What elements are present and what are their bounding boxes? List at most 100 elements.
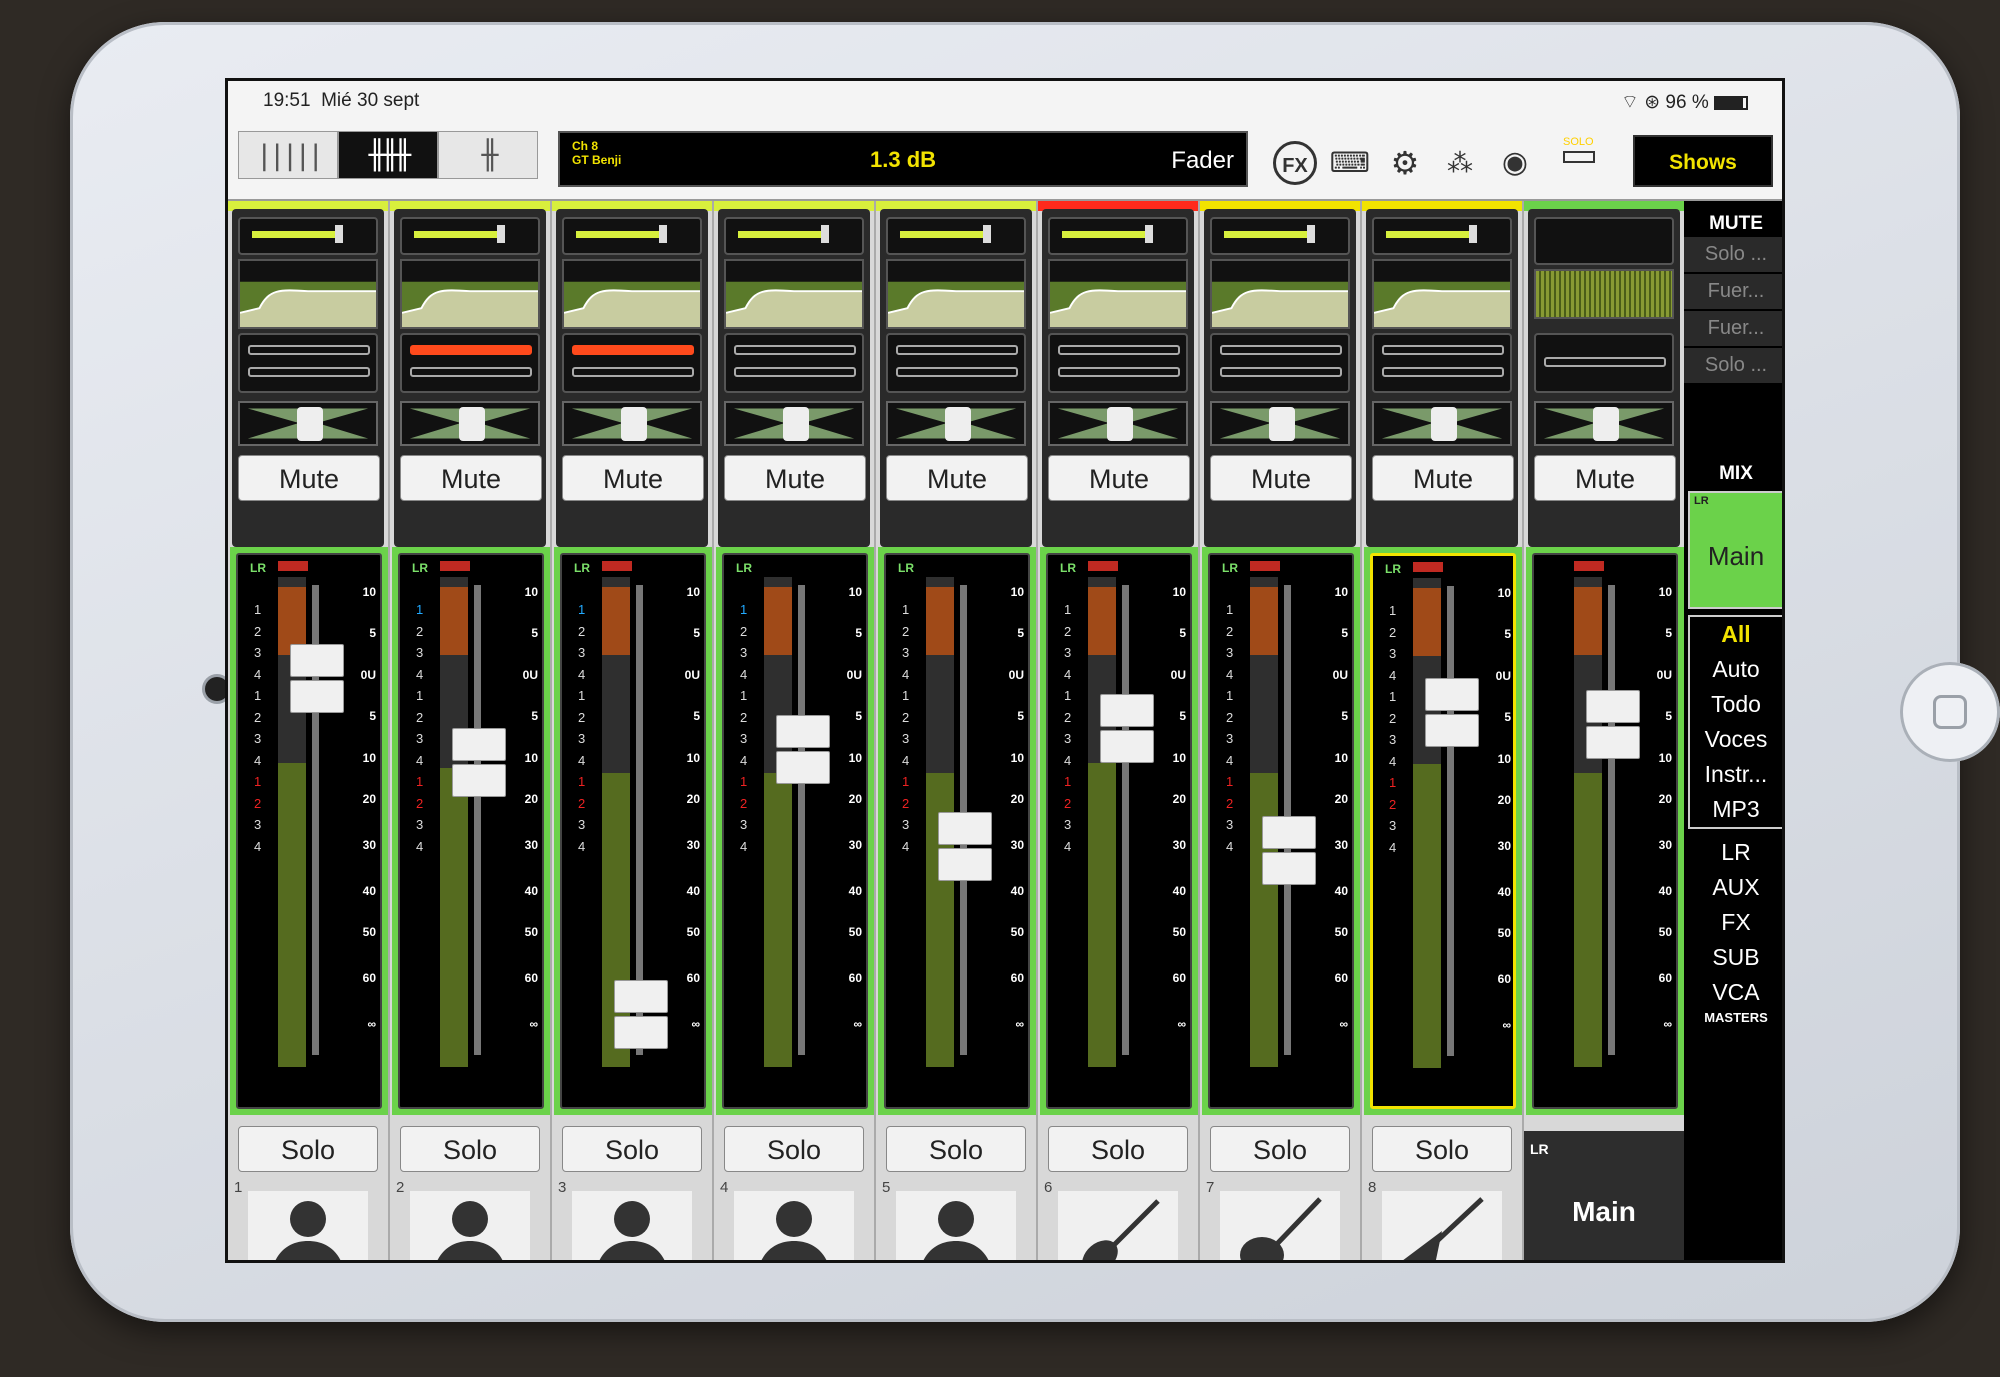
view-group-item[interactable]: Auto: [1690, 652, 1782, 687]
mute-group-item[interactable]: Fuer...: [1684, 274, 1782, 309]
main-balance[interactable]: [1534, 401, 1674, 446]
gain-control[interactable]: [886, 217, 1026, 255]
pan-knob[interactable]: [945, 407, 971, 441]
eq-curve[interactable]: [1048, 259, 1188, 329]
gear-icon[interactable]: ⚙: [1383, 141, 1427, 185]
eq-curve[interactable]: [1210, 259, 1350, 329]
master-item[interactable]: AUX: [1684, 870, 1782, 905]
solo-button[interactable]: Solo: [1048, 1126, 1188, 1172]
fader-knob[interactable]: [776, 715, 830, 785]
solo-button[interactable]: Solo: [724, 1126, 864, 1172]
solo-indicator[interactable]: SOLO: [1563, 136, 1595, 163]
mute-button[interactable]: Mute: [238, 455, 380, 501]
person-icon[interactable]: [410, 1191, 530, 1260]
fader-knob[interactable]: [290, 643, 344, 714]
master-item[interactable]: LR: [1684, 835, 1782, 870]
person-icon[interactable]: [248, 1191, 368, 1260]
mute-group-item[interactable]: Solo ...: [1684, 237, 1782, 272]
flyingv-icon[interactable]: [1382, 1191, 1502, 1260]
solo-button[interactable]: Solo: [1210, 1126, 1350, 1172]
main-dynamics[interactable]: [1534, 333, 1674, 393]
pan-knob[interactable]: [459, 407, 485, 441]
pan-control[interactable]: [400, 401, 540, 446]
eq-curve[interactable]: [238, 259, 378, 329]
routing-icon[interactable]: ⁂: [1438, 141, 1482, 185]
main-label-area[interactable]: LR Main: [1524, 1131, 1684, 1260]
fader-knob[interactable]: [1262, 816, 1316, 886]
view-group-item[interactable]: Todo: [1690, 687, 1782, 722]
mute-group-item[interactable]: Solo ...: [1684, 348, 1782, 383]
main-balance-knob[interactable]: [1593, 407, 1619, 441]
main-mute-button[interactable]: Mute: [1534, 455, 1676, 501]
solo-button[interactable]: Solo: [238, 1126, 378, 1172]
home-button[interactable]: [1900, 662, 2000, 762]
solo-button[interactable]: Solo: [886, 1126, 1026, 1172]
gain-control[interactable]: [1372, 217, 1512, 255]
pan-knob[interactable]: [1431, 407, 1457, 441]
dynamics[interactable]: [238, 333, 378, 393]
pan-control[interactable]: [562, 401, 702, 446]
eq-curve[interactable]: [562, 259, 702, 329]
pan-knob[interactable]: [1269, 407, 1295, 441]
main-geq[interactable]: [1534, 269, 1674, 319]
mute-button[interactable]: Mute: [1210, 455, 1352, 501]
gain-control[interactable]: [1210, 217, 1350, 255]
eq-curve[interactable]: [400, 259, 540, 329]
pan-control[interactable]: [1048, 401, 1188, 446]
master-item[interactable]: VCA: [1684, 975, 1782, 1010]
fader-knob[interactable]: [614, 979, 668, 1050]
view-group-item[interactable]: Voces: [1690, 722, 1782, 757]
solo-button[interactable]: Solo: [1372, 1126, 1512, 1172]
mute-group-item[interactable]: Fuer...: [1684, 311, 1782, 346]
eq-curve[interactable]: [886, 259, 1026, 329]
pan-control[interactable]: [724, 401, 864, 446]
fader-knob[interactable]: [452, 727, 506, 798]
bass-icon[interactable]: [1058, 1191, 1178, 1260]
solo-button[interactable]: Solo: [562, 1126, 702, 1172]
bars-view-button[interactable]: |||||: [238, 131, 338, 179]
dynamics[interactable]: [400, 333, 540, 393]
fader-knob[interactable]: [1425, 678, 1479, 748]
dynamics[interactable]: [724, 333, 864, 393]
fader-knob[interactable]: [938, 811, 992, 882]
mute-button[interactable]: Mute: [400, 455, 542, 501]
pan-control[interactable]: [886, 401, 1026, 446]
fader-knob[interactable]: [1586, 690, 1640, 760]
dynamics[interactable]: [1048, 333, 1188, 393]
gain-control[interactable]: [724, 217, 864, 255]
eq-curve[interactable]: [724, 259, 864, 329]
person-icon[interactable]: [572, 1191, 692, 1260]
guitar-icon[interactable]: [1220, 1191, 1340, 1260]
view-group-item[interactable]: Instr...: [1690, 757, 1782, 792]
mute-button[interactable]: Mute: [886, 455, 1028, 501]
solo-button[interactable]: Solo: [400, 1126, 540, 1172]
faders-view-button[interactable]: ╫╫╫: [338, 131, 438, 179]
mute-button[interactable]: Mute: [724, 455, 866, 501]
eq-curve[interactable]: [1372, 259, 1512, 329]
dynamics[interactable]: [886, 333, 1026, 393]
dynamics[interactable]: [1210, 333, 1350, 393]
gain-control[interactable]: [562, 217, 702, 255]
fader-knob[interactable]: [1100, 694, 1154, 764]
mute-button[interactable]: Mute: [562, 455, 704, 501]
mute-button[interactable]: Mute: [1048, 455, 1190, 501]
mix-main-button[interactable]: LR Main: [1688, 491, 1782, 609]
master-item[interactable]: SUB: [1684, 940, 1782, 975]
gain-control[interactable]: [238, 217, 378, 255]
gain-control[interactable]: [400, 217, 540, 255]
master-item[interactable]: FX: [1684, 905, 1782, 940]
single-fader-view-button[interactable]: ╫: [438, 131, 538, 179]
view-group-item[interactable]: All: [1690, 617, 1782, 652]
fx-button[interactable]: FX: [1273, 141, 1317, 185]
dynamics[interactable]: [1372, 333, 1512, 393]
pan-control[interactable]: [238, 401, 378, 446]
view-group-item[interactable]: MP3: [1690, 792, 1782, 827]
keyboard-icon[interactable]: ⌨: [1328, 141, 1372, 185]
person-icon[interactable]: [734, 1191, 854, 1260]
pan-control[interactable]: [1372, 401, 1512, 446]
person-icon[interactable]: [896, 1191, 1016, 1260]
pan-knob[interactable]: [621, 407, 647, 441]
pan-knob[interactable]: [297, 407, 323, 441]
mute-button[interactable]: Mute: [1372, 455, 1514, 501]
gain-control[interactable]: [1048, 217, 1188, 255]
